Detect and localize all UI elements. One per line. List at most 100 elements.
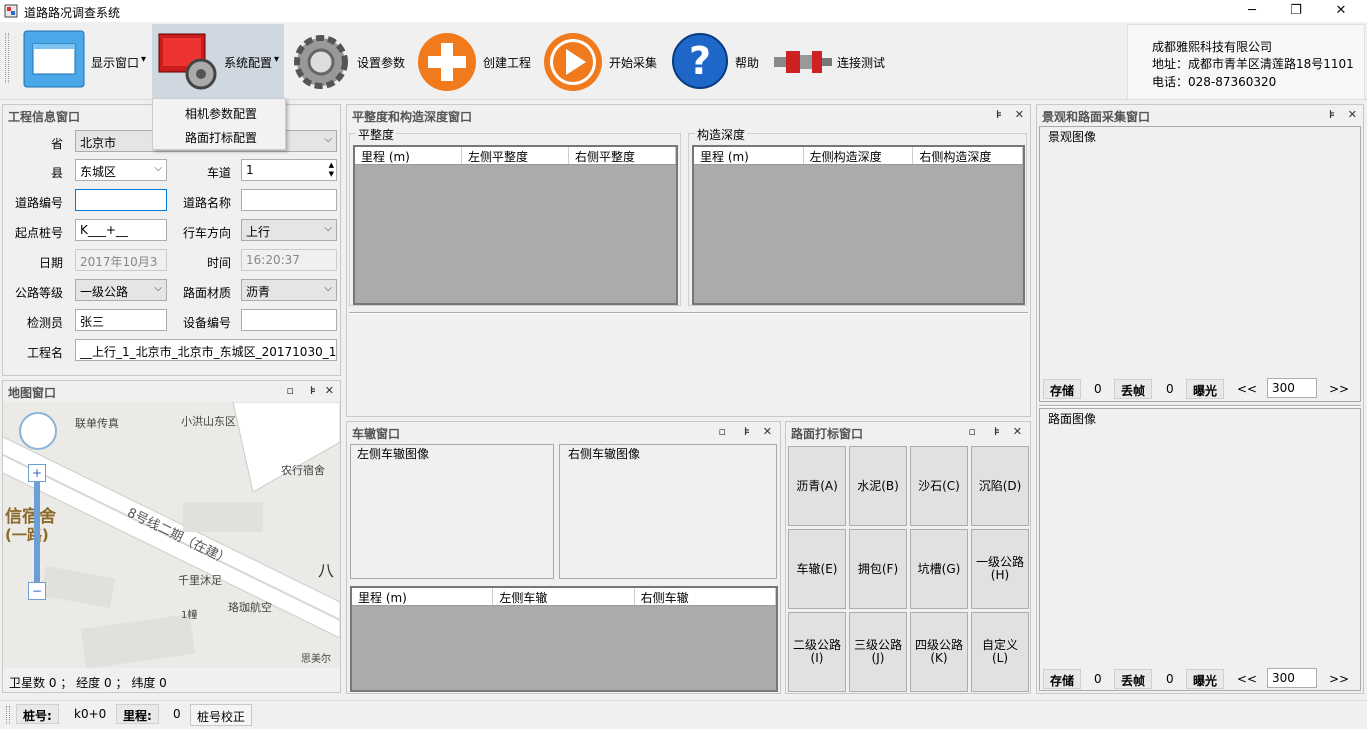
flatness-grid[interactable]: 里程 (m) 左侧平整度 右侧平整度	[353, 145, 678, 305]
direction-select[interactable]: 上行 ⌵	[241, 219, 337, 241]
mark-rut-button[interactable]: 车辙(E)	[788, 529, 846, 609]
col-header[interactable]: 右侧构造深度	[913, 147, 1024, 164]
depth-grid[interactable]: 里程 (m) 左侧构造深度 右侧构造深度	[692, 145, 1025, 305]
map-canvas[interactable]: 联单传真 小洪山东区 农行宿舍 8号线二期（在建） 千里沐足 珞珈航空 1幢 思…	[3, 402, 340, 668]
map-pan-control[interactable]	[19, 412, 57, 450]
time-picker[interactable]: 16:20:37	[241, 249, 337, 271]
close-icon[interactable]: ✕	[1015, 108, 1024, 121]
road-grade-select[interactable]: 一级公路 ⌵	[75, 279, 167, 301]
pin-icon[interactable]: ⊧	[1329, 108, 1335, 121]
lane-stepper[interactable]: 1 ▲ ▼	[241, 159, 337, 181]
rut-panel: 车辙窗口 ▫ ⊧ ✕ 左侧车辙图像 右侧车辙图像 里程 (m) 左侧车辙 右侧车…	[346, 421, 781, 694]
set-params-label: 设置参数	[357, 56, 406, 70]
gear-icon	[294, 35, 348, 89]
splitter[interactable]	[349, 312, 1028, 314]
set-params-button[interactable]: 设置参数	[288, 27, 413, 95]
grid-header: 里程 (m) 左侧车辙 右侧车辙	[352, 588, 776, 606]
mark-gravel-button[interactable]: 沙石(C)	[910, 446, 968, 526]
exposure-input[interactable]: 300	[1267, 378, 1317, 398]
road-no-input[interactable]	[75, 189, 167, 211]
mark-grade4-button[interactable]: 四级公路(K)	[910, 612, 968, 692]
flatness-panel-title: 平整度和构造深度窗口	[352, 110, 473, 124]
help-button[interactable]: ? 帮助	[668, 27, 768, 95]
store-value: 0	[1094, 382, 1102, 396]
zoom-out-button[interactable]: −	[28, 582, 46, 600]
restore-button[interactable]: ❐	[1273, 0, 1319, 22]
mark-cement-button[interactable]: 水泥(B)	[849, 446, 907, 526]
col-header[interactable]: 里程 (m)	[352, 588, 494, 605]
zoom-slider[interactable]	[34, 482, 40, 582]
menu-item-mark-config[interactable]: 路面打标配置	[185, 129, 257, 146]
exposure-label: 曝光	[1186, 379, 1225, 399]
map-panel-title: 地图窗口	[8, 386, 57, 400]
project-name-input[interactable]: __上行_1_北京市_北京市_东城区_20171030_162	[75, 339, 337, 361]
chevron-down-icon: ⌵	[324, 283, 332, 294]
close-icon[interactable]: ✕	[763, 425, 772, 438]
exposure-next-button[interactable]: >>	[1329, 672, 1349, 686]
mark-pothole-button[interactable]: 坑槽(G)	[910, 529, 968, 609]
close-icon[interactable]: ✕	[325, 384, 334, 397]
create-project-button[interactable]: 创建工程	[414, 27, 539, 95]
system-config-button[interactable]: 系统配置 ▾	[152, 24, 284, 98]
rut-grid[interactable]: 里程 (m) 左侧车辙 右侧车辙	[350, 586, 778, 692]
mark-grade1-button[interactable]: 一级公路(H)	[971, 529, 1029, 609]
exposure-prev-button[interactable]: <<	[1237, 672, 1257, 686]
start-stake-input[interactable]: K___+__	[75, 219, 167, 241]
maximize-icon[interactable]: ▫	[287, 384, 294, 397]
col-header[interactable]: 左侧车辙	[493, 588, 635, 605]
company-info: 成都雅熙科技有限公司 地址：成都市青羊区清莲路18号1101 电话：028-87…	[1127, 24, 1365, 100]
pin-icon[interactable]: ⊧	[310, 384, 316, 397]
stake-value: k0+0	[74, 707, 107, 721]
exposure-input[interactable]: 300	[1267, 668, 1317, 688]
time-value: 16:20:37	[246, 253, 300, 267]
display-window-button[interactable]: 显示窗口 ▾	[20, 27, 150, 95]
maximize-icon[interactable]: ▫	[719, 425, 726, 438]
display-window-label: 显示窗口	[91, 56, 140, 70]
mark-bulge-button[interactable]: 拥包(F)	[849, 529, 907, 609]
mark-grade2-button[interactable]: 二级公路(I)	[788, 612, 846, 692]
county-label: 县	[50, 166, 63, 180]
close-icon[interactable]: ✕	[1013, 425, 1022, 438]
date-picker[interactable]: 2017年10月3	[75, 249, 167, 271]
panel-header: 平整度和构造深度窗口 ⊧ ✕	[347, 105, 1030, 125]
start-collect-button[interactable]: 开始采集	[540, 27, 665, 95]
minimize-button[interactable]: ─	[1229, 0, 1275, 22]
toolbar-grip[interactable]	[5, 33, 9, 83]
start-stake-label: 起点桩号	[14, 226, 63, 240]
splitter[interactable]	[1039, 405, 1361, 407]
surface-select[interactable]: 沥青 ⌵	[241, 279, 337, 301]
pin-icon[interactable]: ⊧	[744, 425, 750, 438]
map-label: 农行宿舍	[281, 464, 325, 477]
device-no-input[interactable]	[241, 309, 337, 331]
mark-subsidence-button[interactable]: 沉陷(D)	[971, 446, 1029, 526]
county-select[interactable]: 东城区 ⌵	[75, 159, 167, 181]
mark-custom-button[interactable]: 自定义(L)	[971, 612, 1029, 692]
maximize-icon[interactable]: ▫	[969, 425, 976, 438]
exposure-prev-button[interactable]: <<	[1237, 382, 1257, 396]
zoom-in-button[interactable]: +	[28, 464, 46, 482]
inspector-input[interactable]: 张三	[75, 309, 167, 331]
latitude-value: 0	[159, 676, 167, 690]
close-button[interactable]: ✕	[1318, 0, 1364, 22]
col-header[interactable]: 里程 (m)	[355, 147, 462, 164]
exposure-next-button[interactable]: >>	[1329, 382, 1349, 396]
col-header[interactable]: 里程 (m)	[694, 147, 804, 164]
stake-correct-button[interactable]: 桩号校正	[190, 704, 253, 726]
col-header[interactable]: 左侧构造深度	[804, 147, 914, 164]
col-header[interactable]: 左侧平整度	[462, 147, 569, 164]
close-icon[interactable]: ✕	[1348, 108, 1357, 121]
spin-icon[interactable]: ▲ ▼	[329, 161, 334, 179]
chevron-down-icon: ⌵	[324, 223, 332, 234]
connect-test-button[interactable]: 连接测试	[770, 27, 890, 95]
road-name-input[interactable]	[241, 189, 337, 211]
pin-icon[interactable]: ⊧	[994, 425, 1000, 438]
pin-icon[interactable]: ⊧	[996, 108, 1002, 121]
menu-item-camera-config[interactable]: 相机参数配置	[185, 105, 257, 122]
col-header[interactable]: 右侧平整度	[569, 147, 676, 164]
mark-grade3-button[interactable]: 三级公路(J)	[849, 612, 907, 692]
road-image: 路面图像	[1039, 408, 1361, 691]
gps-status: 卫星数 0 ； 经度 0 ； 纬度 0	[9, 674, 167, 691]
mark-asphalt-button[interactable]: 沥青(A)	[788, 446, 846, 526]
chevron-down-icon: ⌵	[154, 283, 162, 294]
col-header[interactable]: 右侧车辙	[635, 588, 776, 605]
